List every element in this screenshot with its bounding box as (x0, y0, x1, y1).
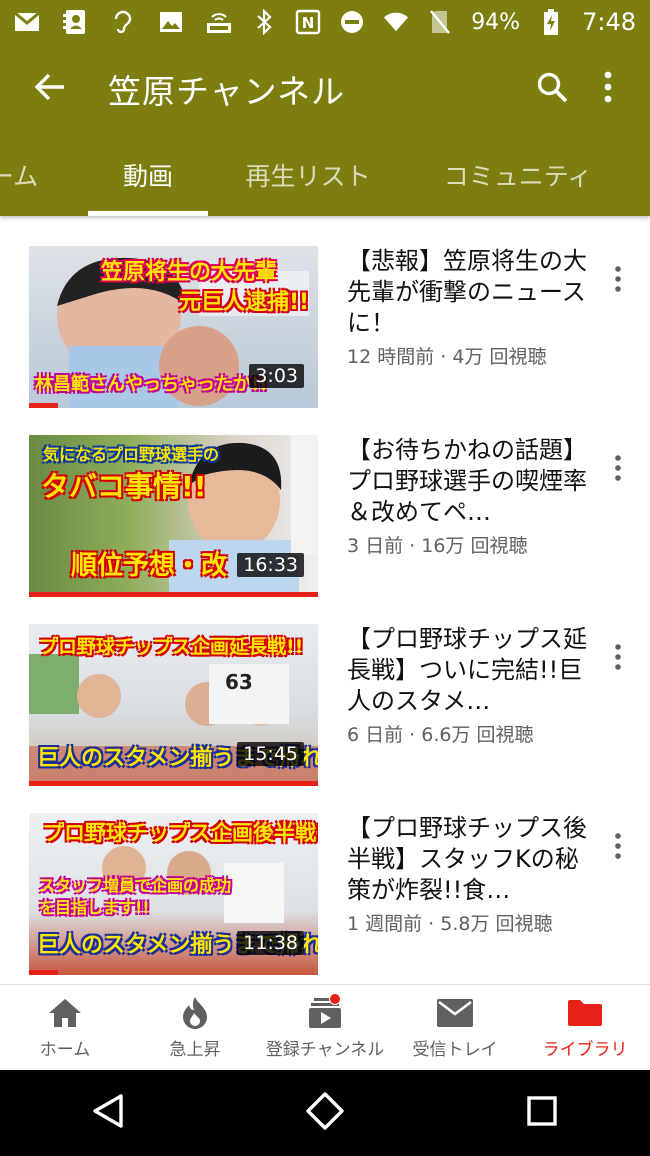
overflow-menu-button[interactable] (580, 61, 636, 117)
nav-subscriptions[interactable]: 登録チャンネル (260, 985, 390, 1070)
svg-text:N: N (302, 14, 315, 32)
more-vert-icon (614, 266, 622, 296)
video-thumbnail[interactable]: プロ野球チップス企画延長戦!! 63 巨人のスタメン揃うまで帰れ 15:45 (29, 624, 318, 786)
watch-progress-bar (29, 403, 58, 408)
no-sim-icon (427, 10, 453, 34)
tab-playlists[interactable]: 再生リスト (232, 134, 384, 216)
thumbnail-caption-top: 気になるプロ野球選手の (43, 445, 220, 464)
thumbnail-caption-top: プロ野球チップス企画後半戦!! (43, 821, 318, 845)
thumbnail-caption-bottom: 林昌範さんやっちゃったか!! (35, 374, 268, 395)
video-item: プロ野球チップス企画延長戦!! 63 巨人のスタメン揃うまで帰れ 15:45 【… (0, 624, 650, 794)
video-thumbnail[interactable]: 笠原将生の大先輩 元巨人逮捕!! 林昌範さんやっちゃったか!! 3:03 (29, 246, 318, 408)
nav-library[interactable]: ライブラリ (520, 985, 650, 1070)
video-more-button[interactable] (600, 445, 636, 495)
active-tab-indicator (88, 211, 208, 216)
video-duration: 15:45 (237, 742, 304, 766)
nav-trending[interactable]: 急上昇 (130, 985, 260, 1070)
video-thumbnail[interactable]: 気になるプロ野球選手の タバコ事情!! 順位予想・改 16:33 (29, 435, 318, 597)
status-bar: N 94% 7:48 (0, 0, 650, 44)
search-button[interactable] (524, 61, 580, 117)
image-icon (158, 10, 184, 34)
gmail-icon (14, 10, 40, 34)
video-title[interactable]: 【プロ野球チップス延長戦】ついに完結!!巨人のスタメ… (347, 624, 587, 717)
battery-charging-icon (538, 9, 564, 35)
square-recents-icon (526, 1095, 558, 1131)
battery-percent: 94% (471, 9, 521, 35)
video-meta: 3 日前 · 16万 回視聴 (347, 535, 528, 557)
triangle-back-icon (91, 1093, 125, 1133)
bottom-navigation: ホーム 急上昇 登録チャンネル 受信トレイ ライブラリ (0, 984, 650, 1070)
watch-progress-bar (29, 592, 318, 597)
home-icon (45, 995, 85, 1031)
channel-tabs: ホーム 動画 再生リスト コミュニティ (0, 134, 650, 216)
video-item: プロ野球チップス企画後半戦!! スタッフ増員で企画の成功を目指します!! 巨人の… (0, 813, 650, 983)
video-more-button[interactable] (600, 823, 636, 873)
video-meta: 12 時間前 · 4万 回視聴 (347, 346, 547, 368)
more-vert-icon (614, 644, 622, 674)
nav-home[interactable]: ホーム (0, 985, 130, 1070)
system-recents-button[interactable] (512, 1083, 572, 1143)
do-not-disturb-icon (339, 10, 365, 34)
video-duration: 16:33 (237, 553, 304, 577)
circle-home-icon (305, 1091, 345, 1135)
nfc-icon: N (295, 9, 321, 35)
nav-subscriptions-label: 登録チャンネル (265, 1040, 385, 1060)
nav-home-label: ホーム (39, 1040, 91, 1060)
nav-inbox-label: 受信トレイ (412, 1040, 498, 1060)
channel-title: 笠原チャンネル (108, 72, 346, 111)
video-item: 笠原将生の大先輩 元巨人逮捕!! 林昌範さんやっちゃったか!! 3:03 【悲報… (0, 246, 650, 416)
tab-home[interactable]: ホーム (0, 134, 68, 216)
video-thumbnail[interactable]: プロ野球チップス企画後半戦!! スタッフ増員で企画の成功を目指します!! 巨人の… (29, 813, 318, 975)
thumbnail-caption-mid: 元巨人逮捕!! (179, 290, 310, 315)
flame-icon (175, 995, 215, 1031)
notification-badge (329, 993, 341, 1005)
thumbnail-caption-top: プロ野球チップス企画延長戦!! (39, 636, 304, 658)
system-back-button[interactable] (78, 1083, 138, 1143)
thumbnail-caption-mid: 63 (225, 670, 253, 694)
more-vert-icon (603, 71, 613, 107)
video-meta: 1 週間前 · 5.8万 回視聴 (347, 913, 553, 935)
nav-trending-label: 急上昇 (169, 1040, 221, 1060)
wifi-router-icon (206, 10, 232, 34)
video-item: 気になるプロ野球選手の タバコ事情!! 順位予想・改 16:33 【お待ちかねの… (0, 435, 650, 605)
wifi-icon (383, 10, 409, 34)
tab-videos[interactable]: 動画 (88, 134, 208, 216)
thumbnail-caption-mid: タバコ事情!! (41, 470, 207, 503)
contacts-icon (62, 10, 88, 34)
search-icon (536, 71, 568, 107)
nav-inbox[interactable]: 受信トレイ (390, 985, 520, 1070)
system-navigation-bar (0, 1070, 650, 1156)
tab-community[interactable]: コミュニティ (430, 134, 606, 216)
video-title[interactable]: 【お待ちかねの話題】プロ野球選手の喫煙率＆改めてペ… (347, 435, 587, 528)
back-button[interactable] (22, 61, 78, 117)
arrow-back-icon (34, 72, 66, 106)
video-duration: 11:38 (237, 931, 304, 955)
folder-icon (565, 995, 605, 1031)
hearing-icon (110, 10, 136, 34)
system-home-button[interactable] (295, 1083, 355, 1143)
watch-progress-bar (29, 970, 58, 975)
more-vert-icon (614, 833, 622, 863)
video-more-button[interactable] (600, 256, 636, 306)
mail-icon (435, 995, 475, 1031)
app-bar: 笠原チャンネル (0, 44, 650, 134)
thumbnail-caption-bottom: 順位予想・改 (71, 551, 228, 581)
more-vert-icon (614, 455, 622, 485)
watch-progress-bar (29, 781, 318, 786)
clock: 7:48 (582, 8, 636, 36)
video-more-button[interactable] (600, 634, 636, 684)
subscriptions-icon (305, 993, 345, 1031)
video-title[interactable]: 【プロ野球チップス後半戦】スタッフKの秘策が炸裂!!食… (347, 813, 587, 906)
video-title[interactable]: 【悲報】笠原将生の大先輩が衝撃のニュースに！ (347, 246, 587, 339)
nav-library-label: ライブラリ (542, 1040, 628, 1060)
bluetooth-icon (251, 9, 277, 35)
thumbnail-caption-mid: スタッフ増員で企画の成功を目指します!! (39, 876, 232, 917)
video-meta: 6 日前 · 6.6万 回視聴 (347, 724, 534, 746)
video-duration: 3:03 (249, 364, 304, 388)
thumbnail-caption-top: 笠原将生の大先輩 (101, 260, 278, 285)
